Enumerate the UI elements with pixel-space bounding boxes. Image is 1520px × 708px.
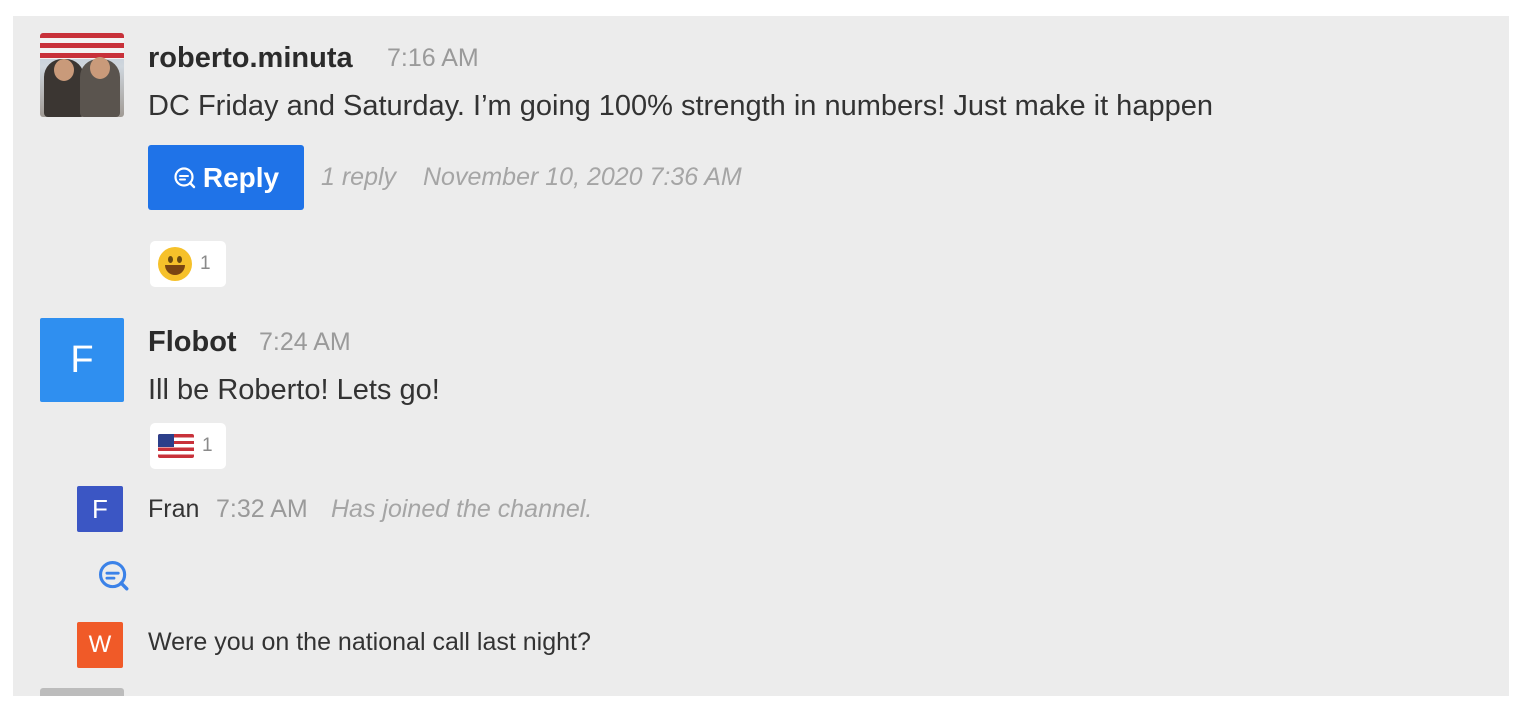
avatar-flobot[interactable]: F — [40, 318, 124, 402]
us-flag-emoji-icon — [158, 434, 194, 458]
message-text: DC Friday and Saturday. I’m going 100% s… — [148, 90, 1213, 122]
system-message-timestamp: 7:32 AM — [216, 495, 308, 523]
thread-reply-icon[interactable] — [97, 559, 131, 598]
chat-message-list: roberto.minuta 7:16 AM DC Friday and Sat… — [13, 16, 1509, 696]
message-timestamp: 7:24 AM — [259, 328, 351, 356]
message-username[interactable]: Flobot — [148, 326, 237, 359]
avatar-next-message[interactable] — [40, 688, 124, 696]
reaction-chip[interactable]: 1 — [150, 241, 226, 287]
thread-message-text: Were you on the national call last night… — [148, 628, 591, 656]
system-message-text: Has joined the channel. — [331, 495, 593, 523]
message-text: Ill be Roberto! Lets go! — [148, 374, 440, 406]
reply-button-label: Reply — [202, 161, 280, 193]
system-message-username[interactable]: Fran — [148, 495, 199, 524]
avatar-fran[interactable]: F — [77, 486, 123, 532]
grinning-face-emoji-icon — [158, 247, 192, 281]
avatar-background-flag — [40, 33, 124, 59]
reply-icon — [173, 166, 197, 190]
reply-last-date: November 10, 2020 7:36 AM — [423, 163, 742, 191]
avatar-roberto-minuta[interactable] — [40, 33, 124, 117]
reply-button[interactable]: Reply — [148, 145, 304, 210]
message-username[interactable]: roberto.minuta — [148, 42, 353, 75]
message-timestamp: 7:16 AM — [387, 44, 479, 72]
reply-count-link[interactable]: 1 reply — [321, 163, 396, 192]
reaction-count: 1 — [202, 435, 213, 456]
reaction-chip[interactable]: 1 — [150, 423, 226, 469]
avatar-w[interactable]: W — [77, 622, 123, 668]
reaction-count: 1 — [200, 253, 211, 274]
